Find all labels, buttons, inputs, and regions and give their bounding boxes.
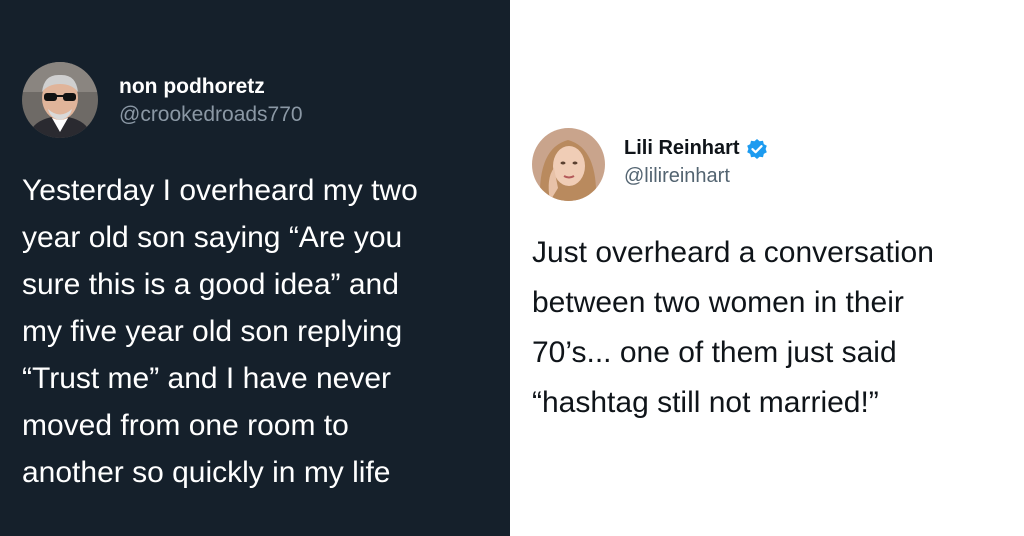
profile-photo-icon [532,128,605,201]
avatar[interactable] [532,128,605,201]
name-row: Lili Reinhart [624,137,768,160]
profile-photo-icon [22,62,98,138]
display-name[interactable]: Lili Reinhart [624,137,740,160]
left-tweet-card: non podhoretz @crookedroads770 Yesterday… [0,0,510,536]
tweet-text: Yesterday I overheard my two year old so… [22,174,418,489]
handle[interactable]: @lilireinhart [624,165,730,188]
verified-badge-icon [746,138,767,159]
handle[interactable]: @crookedroads770 [119,103,303,127]
display-name[interactable]: non podhoretz [119,75,265,99]
avatar[interactable] [22,62,98,138]
right-tweet-card: Lili Reinhart @lilireinhart Just overhea… [510,0,1024,536]
tweet-text: Just overheard a conversation between tw… [532,236,934,419]
tweet-comparison: non podhoretz @crookedroads770 Yesterday… [0,0,1024,536]
